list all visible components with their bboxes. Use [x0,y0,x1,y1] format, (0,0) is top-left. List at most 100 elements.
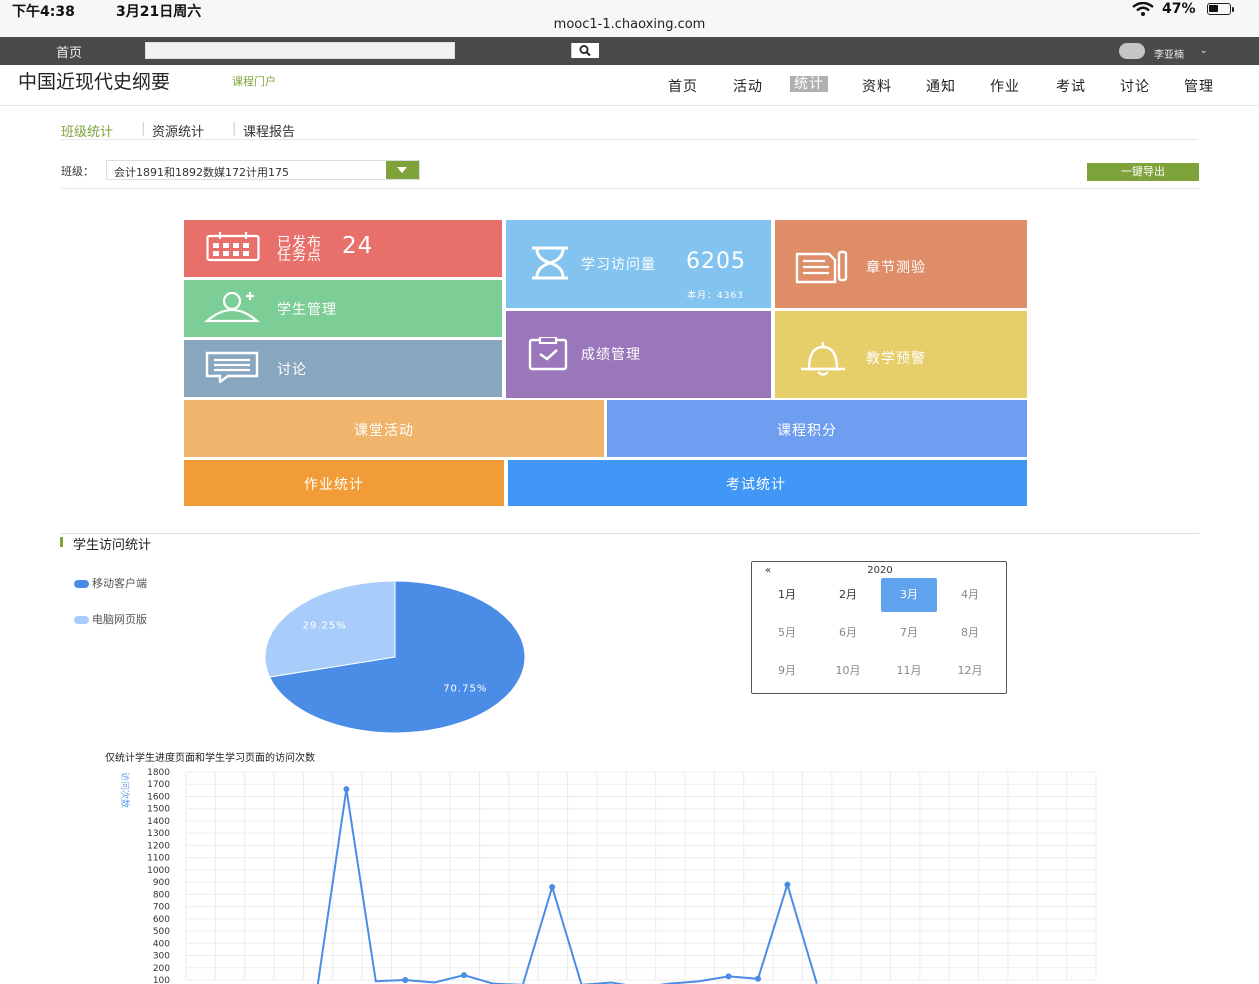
month-picker: « 2020 1月 2月 3月 4月 5月 6月 7月 8月 9月 10月 11月 12月 [751,561,1007,694]
nav-activity[interactable]: 活动 [733,76,763,96]
month-4[interactable]: 4月 [942,578,998,612]
tile-study-visits[interactable]: 学习访问量 6205 本月：4363 [506,220,771,308]
month-5[interactable]: 5月 [759,616,815,650]
tile-chapter-quiz[interactable]: 章节测验 [775,220,1027,308]
y-tick-label: 100 [153,976,170,984]
tile-student-management[interactable]: 学生管理 [184,280,502,337]
add-user-icon [204,291,260,323]
tile-class-activity-label: 课堂活动 [354,423,414,439]
course-header: 中国近现代史纲要 课程门户 首页 活动 统计 资料 通知 作业 考试 讨论 管理 [0,65,1259,106]
y-tick-label: 1500 [147,805,170,815]
class-select-value: 会计1891和1892数媒172计用175 [114,166,289,179]
legend-swatch [74,616,89,624]
tab-separator: | [232,121,237,136]
course-portal-link[interactable]: 课程门户 [232,73,276,89]
month-8[interactable]: 8月 [942,616,998,650]
address-bar-url[interactable]: mooc1-1.chaoxing.com [0,17,1259,32]
tile-exam-stats[interactable]: 考试统计 [508,460,1027,506]
tile-grade-management-label: 成绩管理 [581,347,641,363]
month-2[interactable]: 2月 [820,578,876,612]
month-1[interactable]: 1月 [759,578,815,612]
y-tick-label: 1700 [147,780,170,790]
avatar[interactable] [1119,43,1145,59]
tile-published-count: 24 [342,233,374,259]
data-point[interactable] [402,977,409,983]
month-12[interactable]: 12月 [942,654,998,688]
y-axis-label: 访问次数 [119,772,131,808]
data-point[interactable] [784,881,791,888]
data-point[interactable] [343,786,350,793]
month-9[interactable]: 9月 [759,654,815,688]
calendar-year[interactable]: 2020 [752,565,1008,576]
y-tick-label: 1800 [147,768,170,778]
battery-icon [1207,3,1231,15]
user-name[interactable]: 李亚楠 [1154,46,1184,61]
tile-visits-label: 学习访问量 [581,257,656,273]
nav-home[interactable]: 首页 [668,76,698,96]
nav-manage[interactable]: 管理 [1184,76,1214,96]
section-title: 学生访问统计 [73,538,152,553]
month-6[interactable]: 6月 [820,616,876,650]
tile-homework-stats[interactable]: 作业统计 [184,460,504,506]
nav-statistics[interactable]: 统计 [790,76,828,92]
tab-separator: | [141,121,146,136]
top-home-link[interactable]: 首页 [56,42,82,61]
data-point[interactable] [549,884,556,891]
tile-class-activity[interactable]: 课堂活动 [184,400,604,457]
month-11[interactable]: 11月 [881,654,937,688]
month-3[interactable]: 3月 [881,578,937,612]
tab-resource-stats[interactable]: 资源统计 [152,121,204,140]
tile-discussion-label: 讨论 [277,362,307,378]
visit-source-pie-chart: 70.75% 29.25% [264,580,526,734]
pie-slice-label: 29.25% [303,621,347,632]
legend-web[interactable]: 电脑网页版 [74,611,147,627]
tile-course-points[interactable]: 课程积分 [607,400,1027,457]
legend-label: 移动客户端 [92,577,147,590]
dropdown-arrow-icon[interactable] [386,161,419,179]
y-tick-label: 200 [153,964,170,974]
nav-discussion[interactable]: 讨论 [1120,76,1150,96]
class-label: 班级： [61,165,94,178]
tile-published-line2: 任务点 [277,248,322,264]
section-accent-bar [60,537,63,547]
course-title: 中国近现代史纲要 [18,71,171,93]
y-tick-label: 1100 [147,854,170,864]
month-10[interactable]: 10月 [820,654,876,688]
tile-grade-management[interactable]: 成绩管理 [506,311,771,398]
pie-slice-label: 70.75% [443,683,487,694]
tile-course-points-label: 课程积分 [777,423,837,439]
top-bar: 首页 李亚楠 ⌄ [0,37,1259,65]
stats-subtabs: 班级统计 | 资源统计 | 课程报告 [61,121,1198,140]
tile-chapter-quiz-label: 章节测验 [866,260,926,276]
battery-percent: 47% [1162,1,1196,17]
class-select[interactable]: 会计1891和1892数媒172计用175 [106,160,420,180]
y-tick-label: 600 [153,915,170,925]
chevron-down-icon[interactable]: ⌄ [1200,46,1208,56]
tile-exam-stats-label: 考试统计 [726,477,786,493]
y-tick-label: 900 [153,878,170,888]
battery-cap [1232,7,1234,12]
tile-published-tasks[interactable]: 已发布 任务点 24 [184,220,502,277]
bell-icon [801,342,845,376]
nav-exam[interactable]: 考试 [1056,76,1086,96]
data-point[interactable] [755,975,761,982]
nav-materials[interactable]: 资料 [862,76,892,96]
data-point[interactable] [725,973,732,980]
data-point[interactable] [461,972,467,979]
y-tick-label: 400 [153,939,170,949]
y-tick-label: 1200 [147,841,170,851]
search-button[interactable] [571,43,599,58]
export-button[interactable]: 一键导出 [1087,163,1199,181]
nav-homework[interactable]: 作业 [990,76,1020,96]
month-7[interactable]: 7月 [881,616,937,650]
calendar-icon [206,232,260,262]
tile-teaching-alert[interactable]: 教学预警 [775,311,1027,398]
nav-notice[interactable]: 通知 [926,76,956,96]
y-tick-label: 800 [153,890,170,900]
tab-course-report[interactable]: 课程报告 [243,121,295,140]
legend-label: 电脑网页版 [92,613,147,626]
search-input[interactable] [145,42,599,59]
legend-mobile[interactable]: 移动客户端 [74,575,147,591]
tile-discussion[interactable]: 讨论 [184,340,502,397]
tab-class-stats[interactable]: 班级统计 [61,121,113,140]
